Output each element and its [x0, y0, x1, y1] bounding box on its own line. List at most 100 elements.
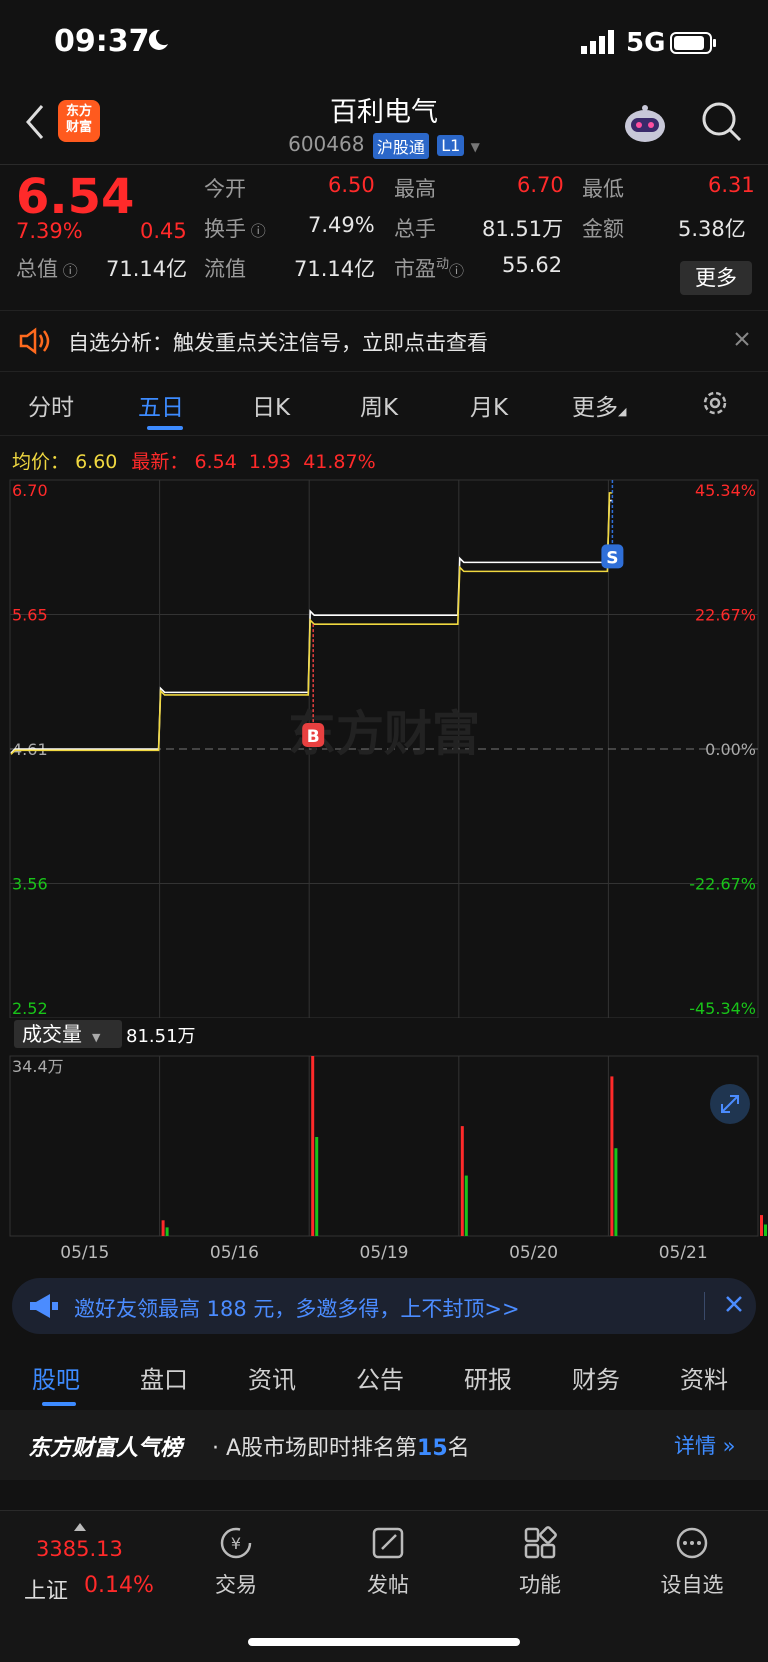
low-value: 6.31	[708, 173, 755, 197]
active-tab-indicator	[147, 426, 183, 430]
more-button[interactable]: 更多	[680, 261, 752, 295]
volume-bar	[614, 1148, 618, 1236]
y-tick-label: 6.70	[12, 481, 48, 500]
nav-trade-label: 交易	[215, 1573, 257, 1597]
high-value: 6.70	[517, 173, 564, 197]
volume-value: 81.51万	[482, 217, 564, 241]
tab-announcements[interactable]: 公告	[356, 1360, 404, 1395]
nav-trade[interactable]: ¥ 交易	[176, 1525, 296, 1599]
tab-profile[interactable]: 资料	[680, 1360, 728, 1395]
connect-tag: 沪股通	[372, 132, 429, 159]
rank-detail-link[interactable]: 详情 »	[674, 1430, 736, 1460]
current-price: 6.54	[16, 169, 135, 225]
y-pct-tick-label: 22.67%	[695, 606, 756, 625]
svg-text:¥: ¥	[231, 1534, 241, 1553]
tab-more[interactable]: 更多◢	[572, 388, 626, 422]
low-label: 最低	[582, 177, 624, 201]
search-icon[interactable]	[700, 100, 744, 144]
x-tick-label: 05/19	[360, 1243, 409, 1263]
bottom-nav: 3385.13 上证 0.14% ¥ 交易 发帖 功能 设自选	[0, 1510, 768, 1662]
info-tabs: 股吧 盘口 资讯 公告 研报 财务 资料	[0, 1346, 768, 1410]
invite-banner[interactable]: 邀好友领最高 188 元，多邀多得，上不封顶>>	[12, 1278, 756, 1334]
y-pct-tick-label: 0.00%	[705, 740, 756, 759]
active-tab-indicator	[42, 1402, 76, 1406]
notice-bar[interactable]: 自选分析：触发重点关注信号，立即点击查看	[0, 310, 768, 372]
y-tick-label: 3.56	[12, 875, 48, 894]
volume-label: 总手	[394, 217, 436, 241]
tab-news[interactable]: 资讯	[248, 1360, 296, 1395]
level-tag: L1	[437, 135, 465, 156]
pe-label[interactable]: 市盈动ⓘ	[394, 253, 464, 283]
expand-icon[interactable]	[710, 1084, 750, 1124]
network-label: 5G	[626, 28, 666, 58]
chart-period-tabs: 分时 五日 日K 周K 月K 更多◢	[0, 372, 768, 436]
x-tick-label: 05/15	[60, 1243, 109, 1263]
y-tick-label: 2.52	[12, 999, 48, 1018]
volume-bar	[165, 1227, 169, 1236]
popularity-rank[interactable]: 东方财富人气榜 · A股市场即时排名第15名 详情 »	[0, 1410, 768, 1480]
open-value: 6.50	[328, 173, 375, 197]
float-value: 71.14亿	[294, 257, 376, 281]
volume-bar	[315, 1137, 319, 1236]
tab-daily-k[interactable]: 日K	[252, 388, 290, 422]
tab-weekly-k[interactable]: 周K	[360, 388, 398, 422]
turnover-label[interactable]: 换手 ⓘ	[204, 213, 266, 243]
nav-post[interactable]: 发帖	[328, 1525, 448, 1599]
marker-label: B	[307, 727, 320, 747]
avg-value: 6.60	[75, 451, 118, 473]
banner-divider	[704, 1292, 705, 1320]
tab-pankou[interactable]: 盘口	[140, 1360, 188, 1395]
tab-five-day[interactable]: 五日	[138, 388, 184, 422]
home-indicator	[248, 1638, 520, 1646]
volume-bar	[764, 1224, 767, 1236]
mktcap-label[interactable]: 总值 ⓘ	[16, 253, 78, 283]
tab-guba[interactable]: 股吧	[32, 1360, 80, 1395]
volume-bar	[311, 1056, 315, 1236]
rank-brand: 东方财富人气榜	[28, 1436, 183, 1461]
latest-pct: 41.87%	[303, 451, 376, 473]
nav-add-favorite-label: 设自选	[660, 1573, 724, 1597]
volume-panel: 成交量 ▼ 81.51万 34.4万 05/15 05/16 05/19 05/20 05…	[0, 1018, 768, 1263]
tab-monthly-k[interactable]: 月K	[470, 388, 508, 422]
robot-assistant-icon[interactable]	[620, 102, 670, 148]
avg-info-line: 均价： 6.60 最新： 6.54 1.93 41.87%	[12, 447, 376, 474]
nav-functions[interactable]: 功能	[480, 1525, 600, 1599]
gear-icon[interactable]	[700, 388, 730, 418]
signal-icon	[581, 30, 614, 54]
latest-volume: 1.93	[248, 451, 292, 473]
nav-post-label: 发帖	[367, 1573, 409, 1597]
volume-chart[interactable]: 34.4万 05/15 05/16 05/19 05/20 05/21	[0, 1052, 768, 1263]
tab-finance[interactable]: 财务	[572, 1360, 620, 1395]
up-arrow-icon	[74, 1523, 86, 1531]
volume-total: 81.51万	[126, 1026, 196, 1047]
megaphone-icon	[30, 1294, 58, 1318]
tab-research[interactable]: 研报	[464, 1360, 512, 1395]
nav-functions-label: 功能	[519, 1573, 561, 1597]
rank-text: · A股市场即时排名第15名	[212, 1436, 470, 1461]
turnover-value: 7.49%	[308, 213, 375, 237]
close-icon[interactable]	[724, 1294, 744, 1314]
high-label: 最高	[394, 177, 436, 201]
trade-icon: ¥	[220, 1527, 252, 1559]
nav-add-favorite[interactable]: 设自选	[632, 1525, 752, 1599]
stock-header: 东方 财富 百利电气 600468 沪股通 L1 ▼	[0, 88, 768, 164]
index-name: 上证	[24, 1579, 69, 1604]
volume-bar	[464, 1175, 468, 1236]
stock-code: 600468	[288, 132, 365, 156]
tab-intraday[interactable]: 分时	[28, 388, 74, 422]
y-pct-tick-label: -45.34%	[689, 999, 756, 1018]
index-pct: 0.14%	[84, 1573, 154, 1598]
status-time: 09:37	[54, 24, 150, 59]
pe-value: 55.62	[502, 253, 563, 277]
open-label: 今开	[204, 177, 246, 201]
x-tick-label: 05/20	[509, 1243, 558, 1263]
volume-selector[interactable]: 成交量 ▼	[14, 1020, 122, 1048]
avg-label: 均价：	[12, 451, 70, 473]
y-pct-tick-label: 45.34%	[695, 481, 756, 500]
banner-text: 邀好友领最高 188 元，多邀多得，上不封顶>>	[74, 1297, 520, 1321]
close-icon[interactable]	[734, 331, 750, 347]
five-day-price-chart[interactable]: 东方财富 6.70 45.34%5.65 22.67%4.61 0.00%3.56 -2…	[0, 478, 768, 1018]
dropdown-icon[interactable]: ▼	[471, 140, 480, 154]
volume-border	[9, 1055, 759, 1237]
battery-icon	[670, 32, 716, 54]
